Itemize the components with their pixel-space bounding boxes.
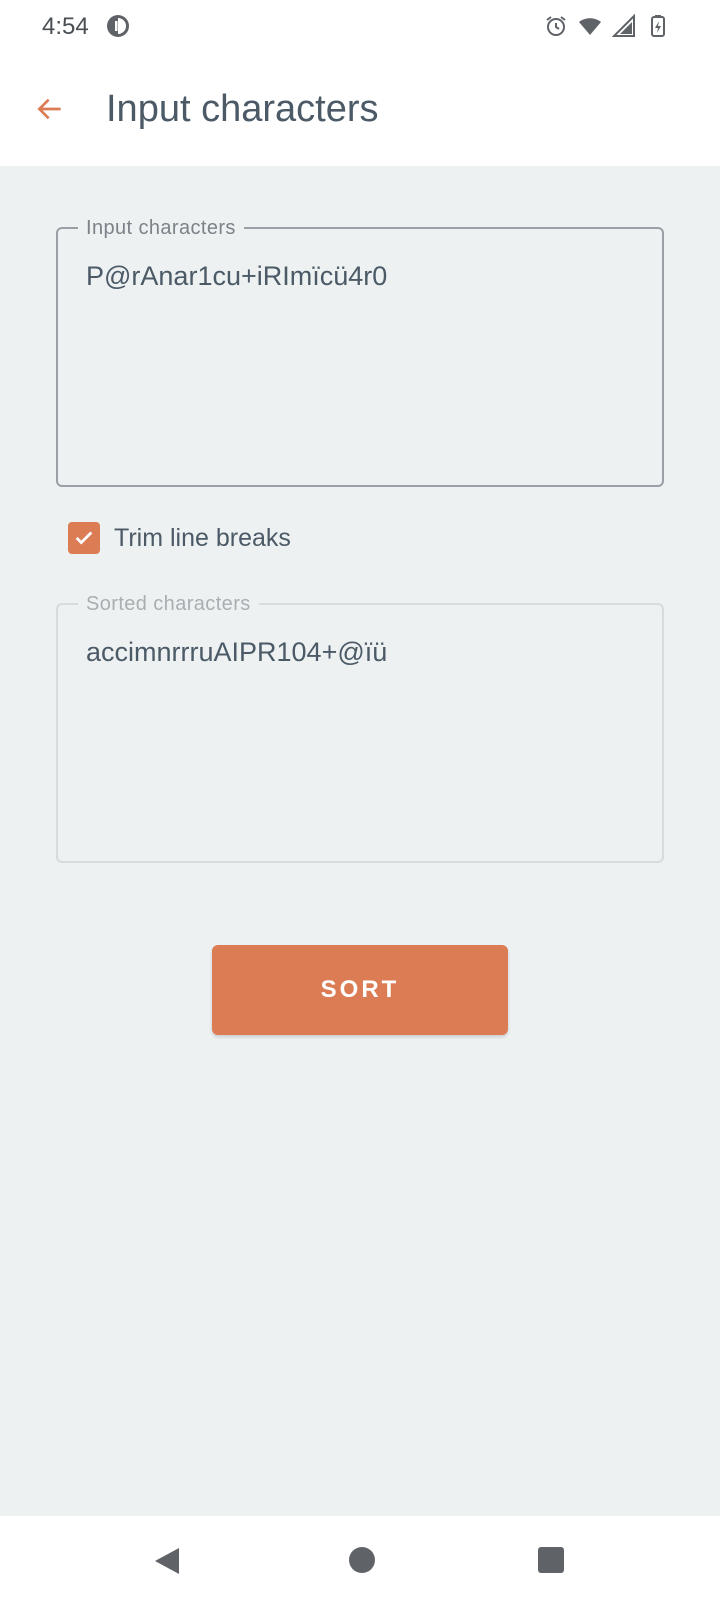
navigation-bar [0,1516,720,1600]
wifi-icon [578,14,602,38]
input-characters-field[interactable]: Input characters P@rAnar1cu+iRImïcü4r0 [56,217,664,487]
input-characters-value[interactable]: P@rAnar1cu+iRImïcü4r0 [86,261,642,292]
main-content: Input characters P@rAnar1cu+iRImïcü4r0 T… [0,166,720,1516]
app-bar: Input characters [0,56,720,166]
alarm-icon [544,14,568,38]
app-notification-icon [106,14,130,38]
page-title: Input characters [106,88,379,130]
trim-line-breaks-checkbox[interactable]: Trim line breaks [68,520,291,556]
status-icons [544,13,670,38]
nav-home-icon[interactable] [349,1547,375,1573]
sorted-characters-value: accimnrrruAIPR104+@ïü [86,637,388,667]
battery-charging-icon [646,14,670,38]
sorted-characters-label: Sorted characters [78,593,259,616]
sort-button[interactable]: SORT [212,945,508,1035]
arrow-back-icon [37,98,61,120]
nav-recents-icon[interactable] [538,1547,564,1573]
status-time: 4:54 [42,13,89,40]
input-characters-label: Input characters [78,217,244,240]
checkbox-checked-icon[interactable] [68,522,100,554]
signal-icon [611,13,636,38]
trim-line-breaks-label: Trim line breaks [114,523,291,552]
status-bar: 4:54 [0,0,720,56]
back-button[interactable] [26,85,74,133]
sorted-characters-field: Sorted characters accimnrrruAIPR104+@ïü [56,593,664,863]
nav-back-icon[interactable] [153,1546,181,1576]
